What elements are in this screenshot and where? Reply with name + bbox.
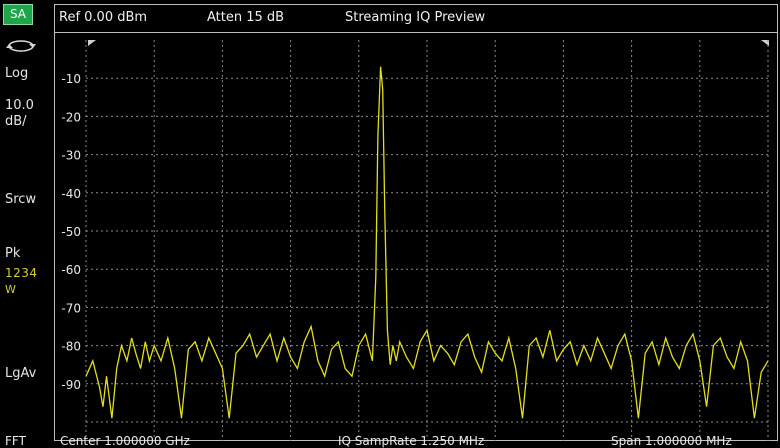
scale-per-div-label[interactable]: 10.0 dB/ [5, 98, 45, 130]
spectrum-plot[interactable]: -10 -20 -30 -40 -50 -60 -70 -80 -90 [54, 32, 778, 441]
trace-numbers[interactable]: 1234 [5, 265, 38, 281]
mode-badge[interactable]: SA [3, 4, 33, 25]
y-tick-label: -50 [61, 225, 81, 239]
y-tick-label: -60 [61, 263, 81, 277]
y-tick-label: -40 [61, 187, 81, 201]
fft-label: FFT [5, 434, 26, 448]
y-tick-label: -20 [61, 110, 81, 124]
ref-level-label[interactable]: Ref 0.00 dBm [59, 10, 147, 25]
y-tick-label: -10 [61, 72, 81, 86]
y-tick-label: -70 [61, 301, 81, 315]
center-freq-label[interactable]: Center 1.000000 GHz [60, 434, 190, 448]
plot-frame [54, 32, 778, 441]
y-tick-label: -90 [61, 378, 81, 392]
view-title: Streaming IQ Preview [345, 10, 486, 25]
y-tick-labels: -10 -20 -30 -40 -50 -60 -70 -80 -90 [61, 72, 81, 392]
y-tick-label: -30 [61, 149, 81, 163]
sample-rate-label[interactable]: IQ SampRate 1.250 MHz [338, 434, 484, 448]
y-tick-label: -80 [61, 340, 81, 354]
scale-type-label[interactable]: Log [5, 66, 28, 82]
span-label[interactable]: Span 1.000000 MHz [611, 434, 732, 448]
detector-label[interactable]: Pk [5, 246, 20, 262]
sync-arrows-icon[interactable] [4, 37, 38, 55]
trace-mode-label[interactable]: W [5, 282, 16, 298]
status-footer: FFT Center 1.000000 GHz IQ SampRate 1.25… [0, 434, 780, 448]
source-label[interactable]: Srcw [5, 192, 36, 208]
attenuation-label[interactable]: Atten 15 dB [207, 10, 284, 25]
averaging-label[interactable]: LgAv [5, 366, 36, 382]
status-header: Ref 0.00 dBm Atten 15 dB Streaming IQ Pr… [54, 4, 778, 32]
